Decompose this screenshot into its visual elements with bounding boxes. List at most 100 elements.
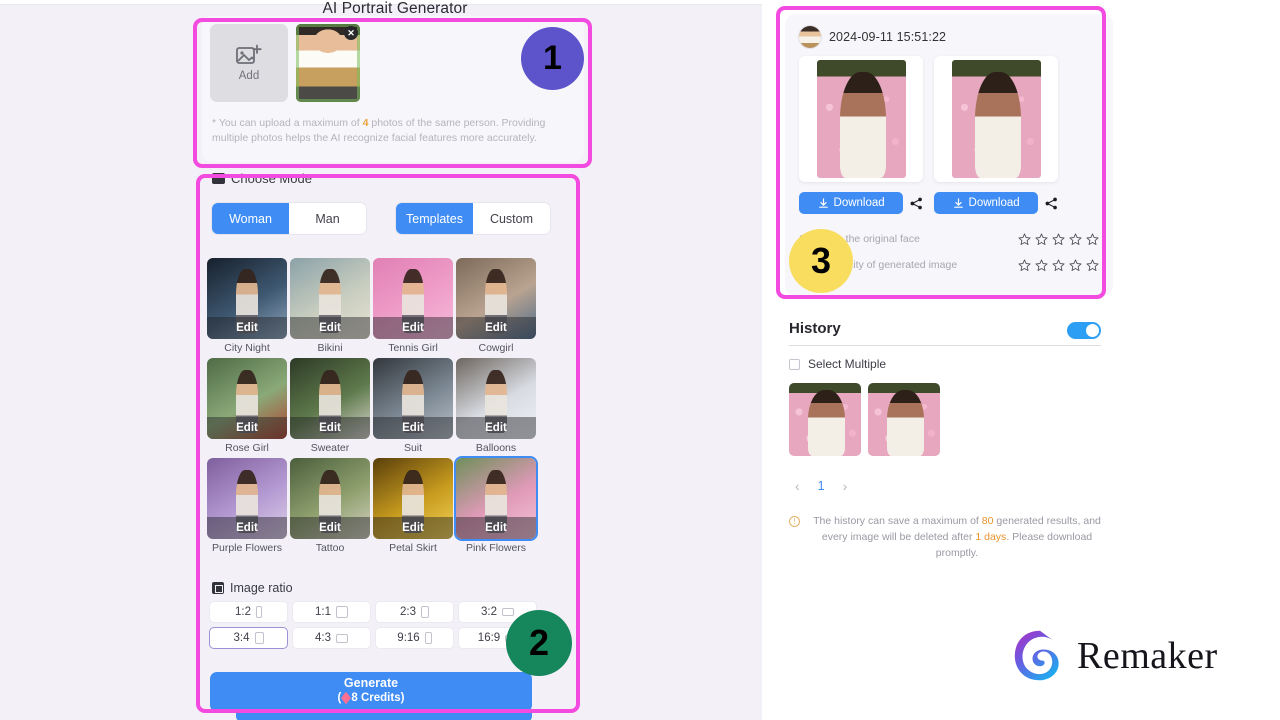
template-edit-button[interactable]: Edit bbox=[373, 317, 453, 339]
gender-option-man[interactable]: Man bbox=[289, 203, 366, 234]
star-icon-4[interactable] bbox=[1069, 258, 1082, 272]
upload-thumbs: Add ✕ bbox=[210, 24, 360, 102]
template-grid: Edit City Night Edit Bikini Edit Tennis Girl E… bbox=[207, 258, 547, 556]
result-image-2[interactable] bbox=[934, 56, 1058, 182]
ratio-shape-icon bbox=[502, 608, 514, 616]
ratio-option-2-3[interactable]: 2:3 bbox=[375, 601, 454, 623]
history-toggle-knob bbox=[1086, 324, 1099, 337]
star-icon-1[interactable] bbox=[1018, 258, 1031, 272]
template-name: Petal Skirt bbox=[389, 542, 437, 555]
ratio-option-9-16[interactable]: 9:16 bbox=[375, 627, 454, 649]
template-card-sweater[interactable]: Edit Sweater bbox=[290, 358, 370, 455]
download-button-1[interactable]: Download bbox=[799, 192, 904, 214]
history-thumb-1[interactable] bbox=[789, 383, 861, 456]
share-icon-1[interactable] bbox=[910, 197, 923, 210]
result-image-1[interactable] bbox=[799, 56, 923, 182]
template-card-tennis-girl[interactable]: Edit Tennis Girl bbox=[373, 258, 453, 355]
pager-next-icon[interactable]: › bbox=[843, 478, 848, 494]
template-edit-button[interactable]: Edit bbox=[290, 317, 370, 339]
ratio-option-4-3[interactable]: 4:3 bbox=[292, 627, 371, 649]
download-icon bbox=[818, 197, 828, 208]
history-note: ! The history can save a maximum of 80 ge… bbox=[789, 514, 1107, 561]
ratio-option-1-1[interactable]: 1:1 bbox=[292, 601, 371, 623]
share-icon-2[interactable] bbox=[1045, 197, 1058, 210]
remove-photo-icon[interactable]: ✕ bbox=[344, 26, 358, 40]
ratio-shape-icon bbox=[254, 632, 264, 644]
template-thumb: Edit bbox=[207, 358, 287, 440]
source-option-custom[interactable]: Custom bbox=[473, 203, 550, 234]
template-edit-button[interactable]: Edit bbox=[290, 517, 370, 540]
template-edit-button[interactable]: Edit bbox=[207, 417, 287, 440]
template-card-tattoo[interactable]: Edit Tattoo bbox=[290, 458, 370, 555]
template-edit-button[interactable]: Edit bbox=[456, 417, 536, 440]
template-thumb: Edit bbox=[207, 458, 287, 540]
history-thumb-2[interactable] bbox=[868, 383, 940, 456]
template-edit-button[interactable]: Edit bbox=[373, 517, 453, 540]
ratio-shape-icon bbox=[421, 606, 429, 618]
download-group-1: Download bbox=[799, 192, 923, 214]
template-thumb: Edit bbox=[290, 458, 370, 540]
template-edit-button[interactable]: Edit bbox=[456, 317, 536, 339]
template-card-purple-flowers[interactable]: Edit Purple Flowers bbox=[207, 458, 287, 555]
choose-mode-label: Choose Mode bbox=[231, 171, 312, 186]
template-thumb: Edit bbox=[456, 258, 536, 339]
mode-segmented-controls: Woman Man Templates Custom bbox=[212, 203, 550, 234]
template-name: Cowgirl bbox=[478, 342, 514, 354]
template-edit-button[interactable]: Edit bbox=[290, 417, 370, 440]
history-thumbs bbox=[789, 383, 940, 456]
template-edit-button[interactable]: Edit bbox=[207, 317, 287, 339]
star-icon-5[interactable] bbox=[1086, 258, 1099, 272]
ratio-shape-icon bbox=[336, 633, 348, 643]
history-heading: History bbox=[789, 320, 841, 337]
result-photo-2 bbox=[951, 60, 1041, 178]
source-option-templates[interactable]: Templates bbox=[396, 203, 473, 234]
history-pager: ‹ 1 › bbox=[795, 478, 847, 494]
generate-button-overflow[interactable] bbox=[236, 706, 532, 720]
add-photo-button[interactable]: Add bbox=[210, 24, 288, 102]
star-icon-1[interactable] bbox=[1018, 232, 1031, 246]
template-card-pink-flowers[interactable]: Edit Pink Flowers bbox=[456, 458, 536, 555]
template-card-city-night[interactable]: Edit City Night bbox=[207, 258, 287, 355]
select-multiple-checkbox[interactable]: Select Multiple bbox=[789, 357, 886, 371]
template-thumb: Edit bbox=[373, 458, 453, 540]
ratio-option-3-4[interactable]: 3:4 bbox=[209, 627, 288, 649]
template-name: Purple Flowers bbox=[211, 542, 283, 555]
template-edit-button[interactable]: Edit bbox=[373, 417, 453, 440]
template-name: Balloons bbox=[475, 442, 517, 455]
template-edit-button[interactable]: Edit bbox=[207, 517, 287, 540]
add-photo-label: Add bbox=[238, 70, 260, 82]
ratio-option-1-2[interactable]: 1:2 bbox=[209, 601, 288, 623]
star-icon-4[interactable] bbox=[1069, 232, 1082, 246]
aspect-ratio-icon bbox=[212, 582, 224, 594]
template-card-petal-skirt[interactable]: Edit Petal Skirt bbox=[373, 458, 453, 555]
generate-label: Generate bbox=[343, 676, 399, 690]
template-name: Suit bbox=[403, 442, 423, 455]
template-name: Sweater bbox=[310, 442, 350, 455]
rating-stars bbox=[1018, 232, 1099, 246]
result-photo-2-subject bbox=[974, 71, 1021, 178]
uploaded-photo-thumb[interactable]: ✕ bbox=[296, 24, 360, 102]
template-card-suit[interactable]: Edit Suit bbox=[373, 358, 453, 455]
pager-prev-icon[interactable]: ‹ bbox=[795, 478, 800, 494]
template-card-balloons[interactable]: Edit Balloons bbox=[456, 358, 536, 455]
star-icon-3[interactable] bbox=[1052, 232, 1065, 246]
template-card-bikini[interactable]: Edit Bikini bbox=[290, 258, 370, 355]
history-note-p1: The history can save a maximum of bbox=[813, 515, 982, 527]
gender-option-woman[interactable]: Woman bbox=[212, 203, 289, 234]
template-card-cowgirl[interactable]: Edit Cowgirl bbox=[456, 258, 536, 355]
download-label-2: Download bbox=[968, 197, 1020, 209]
download-icon bbox=[953, 197, 963, 208]
history-toggle[interactable] bbox=[1067, 322, 1101, 339]
star-icon-3[interactable] bbox=[1052, 258, 1065, 272]
download-button-2[interactable]: Download bbox=[934, 192, 1039, 214]
annotation-badge-2: 2 bbox=[506, 610, 572, 676]
template-edit-button[interactable]: Edit bbox=[456, 517, 536, 540]
pager-page-1[interactable]: 1 bbox=[818, 479, 825, 493]
select-multiple-label: Select Multiple bbox=[808, 357, 887, 371]
template-card-rose-girl[interactable]: Edit Rose Girl bbox=[207, 358, 287, 455]
star-icon-5[interactable] bbox=[1086, 232, 1099, 246]
template-thumb: Edit bbox=[373, 258, 453, 339]
image-ratio-options: 1:2 1:1 2:3 3:2 3:4 4:3 9:16 16:9 bbox=[209, 601, 537, 649]
star-icon-2[interactable] bbox=[1035, 258, 1048, 272]
star-icon-2[interactable] bbox=[1035, 232, 1048, 246]
